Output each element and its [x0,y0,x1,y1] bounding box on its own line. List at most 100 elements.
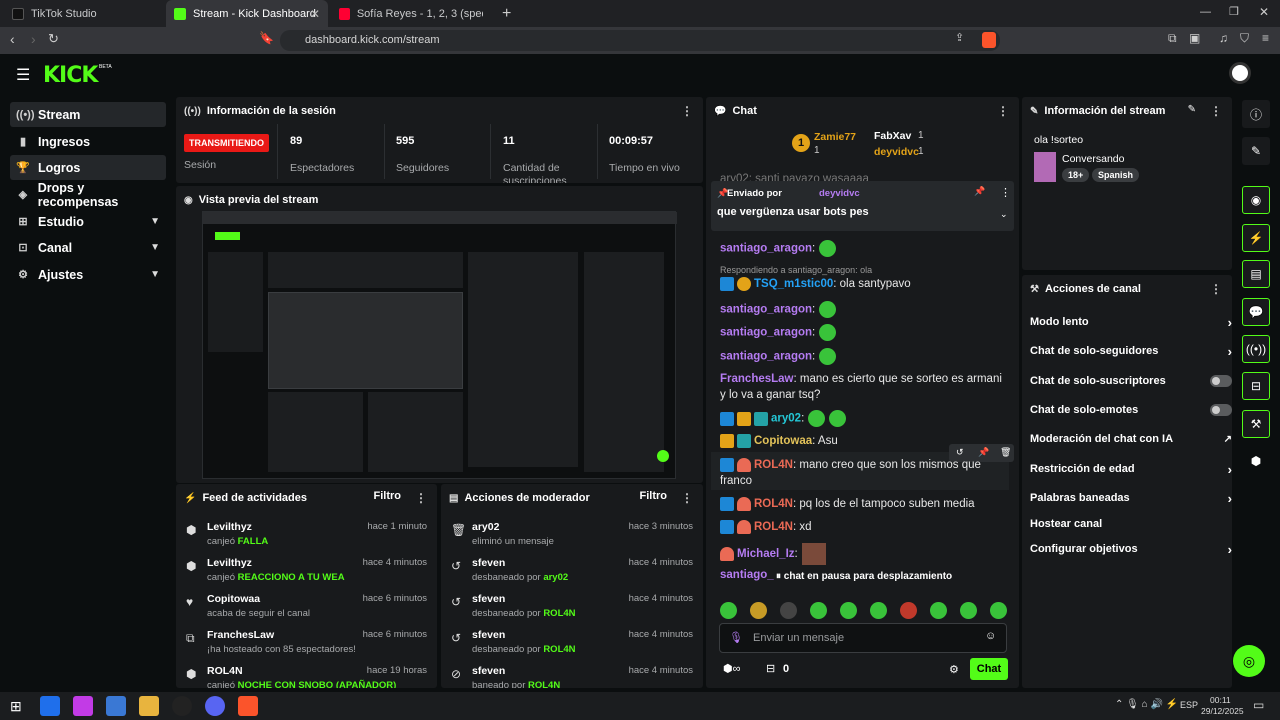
notification-icon[interactable]: ▭ [1253,698,1264,712]
action-goals[interactable]: Configurar objetivos › [1030,538,1232,560]
chat-input[interactable]: 🎙 Enviar un mensaje ☺ [719,623,1007,653]
share-icon[interactable]: ⇪ [955,31,964,44]
emote[interactable] [930,602,947,619]
tab-youtube[interactable]: Sofía Reyes - 1, 2, 3 (sped up) Ly... [331,0,491,27]
sidebar-item-logros[interactable]: 🏆 Logros [10,155,166,180]
new-tab-button[interactable]: + [494,0,519,27]
close-tab-icon[interactable]: ✕ [310,7,320,21]
apps-icon[interactable]: ⬢ [1242,447,1270,475]
store-icon[interactable]: ⊟ [766,662,775,675]
emote[interactable] [870,602,887,619]
language-indicator[interactable]: ESP [1180,700,1198,710]
extensions-icon[interactable]: ⧉ [1168,31,1177,46]
broadcast-icon[interactable]: ((•)) [1242,335,1270,363]
tab-tiktok-studio[interactable]: TikTok Studio [4,0,164,27]
microphone-icon[interactable]: 🎙 [729,631,743,644]
reload-icon[interactable]: ↻ [48,31,59,47]
top-gifter-1[interactable]: Zamie77 [814,131,856,143]
filter-button[interactable]: Filtro [374,490,402,502]
sidebar-item-stream[interactable]: ((•)) Stream [10,102,166,127]
media-icon[interactable]: ♫ [1219,31,1228,45]
emote[interactable] [990,602,1007,619]
emote[interactable] [780,602,797,619]
copilot-icon[interactable] [73,696,93,716]
action-slow-mode[interactable]: Modo lento › [1030,311,1232,333]
more-options-icon[interactable]: ⋮ [681,491,693,505]
more-options-icon[interactable]: ⋮ [415,491,427,505]
emote[interactable] [960,602,977,619]
folder-icon[interactable] [139,696,159,716]
emote[interactable] [810,602,827,619]
sidebar-item-estudio[interactable]: ⊞ Estudio ▼ [10,209,166,234]
emote[interactable] [750,602,767,619]
help-icon[interactable]: ◎ [1233,645,1265,677]
sidebar-item-ingresos[interactable]: ▮ Ingresos [10,129,166,154]
mod-log-icon[interactable]: ▤ [1242,260,1270,288]
chat-icon[interactable]: 💬 [1242,298,1270,326]
more-options-icon[interactable]: ⋮ [681,104,693,118]
emote[interactable] [900,602,917,619]
action-age-restriction[interactable]: Restricción de edad › [1030,458,1232,480]
windows-start-icon[interactable]: ⊞ [10,698,22,715]
category-name[interactable]: Conversando [1062,153,1124,165]
more-options-icon[interactable]: ⋮ [1210,104,1222,118]
close-window-icon[interactable]: ✕ [1259,5,1269,19]
pinned-message[interactable]: 📌 Enviado por deyvidvc que vergüenza usa… [711,181,1014,231]
infinity-icon[interactable]: ⬢∞ [723,662,740,675]
menu-icon[interactable]: ≡ [1262,31,1269,45]
discord-icon[interactable] [205,696,225,716]
layout-icon[interactable]: ⊟ [1242,372,1270,400]
action-subscribers-only[interactable]: Chat de solo-suscriptores [1030,370,1232,392]
obs-icon[interactable] [172,696,192,716]
emoji-icon[interactable]: ☺ [985,630,996,642]
brave-icon[interactable] [238,696,258,716]
action-banned-words[interactable]: Palabras baneadas › [1030,487,1232,509]
emotes-only-toggle[interactable] [1210,404,1232,416]
filter-button[interactable]: Filtro [640,490,668,502]
action-emotes-only[interactable]: Chat de solo-emotes [1030,399,1232,421]
more-options-icon[interactable]: ⋮ [1210,282,1222,296]
tray-icons[interactable]: ⌃ 🎙 ⌂ 🔊 ⚡ [1115,699,1178,710]
hamburger-icon[interactable]: ☰ [16,65,30,85]
chevron-down-icon[interactable]: ⌄ [1000,209,1008,220]
edit-icon[interactable]: ✎ [1188,104,1196,115]
maximize-icon[interactable]: ❐ [1229,5,1239,18]
action-host-channel[interactable]: Hostear canal [1030,513,1230,535]
edit-icon[interactable]: ✎ [1242,137,1270,165]
info-icon[interactable]: ⓘ [1242,100,1270,128]
vpn-icon[interactable]: ⛉ [1240,31,1249,46]
chat-paused-banner[interactable]: ⏸ chat en pausa para desplazamiento [776,571,952,582]
emote[interactable] [840,602,857,619]
action-followers-only[interactable]: Chat de solo-seguidores › [1030,340,1232,362]
store-icon[interactable] [106,696,126,716]
more-options-icon[interactable]: ⋮ [997,104,1009,118]
url-field[interactable]: dashboard.kick.com/stream [280,30,1000,51]
brave-shield-icon[interactable] [982,32,996,48]
subscribers-only-toggle[interactable] [1210,375,1232,387]
top-gifter-2[interactable]: FabXav [874,130,911,142]
avatar[interactable] [1229,62,1251,84]
bolt-icon[interactable]: ⚡ [1242,224,1270,252]
clock-date[interactable]: 29/12/2025 [1201,706,1244,716]
action-ai-moderation[interactable]: Moderación del chat con IA ↗ [1030,428,1232,450]
tab-kick-dashboard[interactable]: Stream - Kick Dashboard ✕ [166,0,328,27]
sidebar-item-ajustes[interactable]: ⚙ Ajustes ▼ [10,262,166,287]
sidebar-item-canal[interactable]: ⊡ Canal ▼ [10,235,166,260]
sidebar-item-drops[interactable]: ◈ Drops y recompensas [10,181,166,209]
gear-icon[interactable]: ⚙ [949,663,959,676]
bookmark-icon[interactable]: 🔖 [259,31,274,45]
unpin-icon[interactable]: 📌 [974,186,985,197]
clock-time[interactable]: 00:11 [1210,695,1231,705]
sidebar-icon[interactable]: ▣ [1189,31,1200,45]
send-chat-button[interactable]: Chat [970,658,1008,680]
minimize-icon[interactable]: — [1200,6,1211,18]
category-thumbnail[interactable] [1034,152,1056,182]
emote[interactable] [720,602,737,619]
more-options-icon[interactable]: ⋮ [1000,186,1011,199]
top-gifter-3[interactable]: deyvidvc [874,146,919,158]
tools-icon[interactable]: ⚒ [1242,410,1270,438]
stream-preview-video[interactable] [202,211,677,479]
taskbar-app-icon[interactable] [40,696,60,716]
preview-toggle-icon[interactable]: ◉ [1242,186,1270,214]
back-icon[interactable]: ‹ [10,31,15,47]
